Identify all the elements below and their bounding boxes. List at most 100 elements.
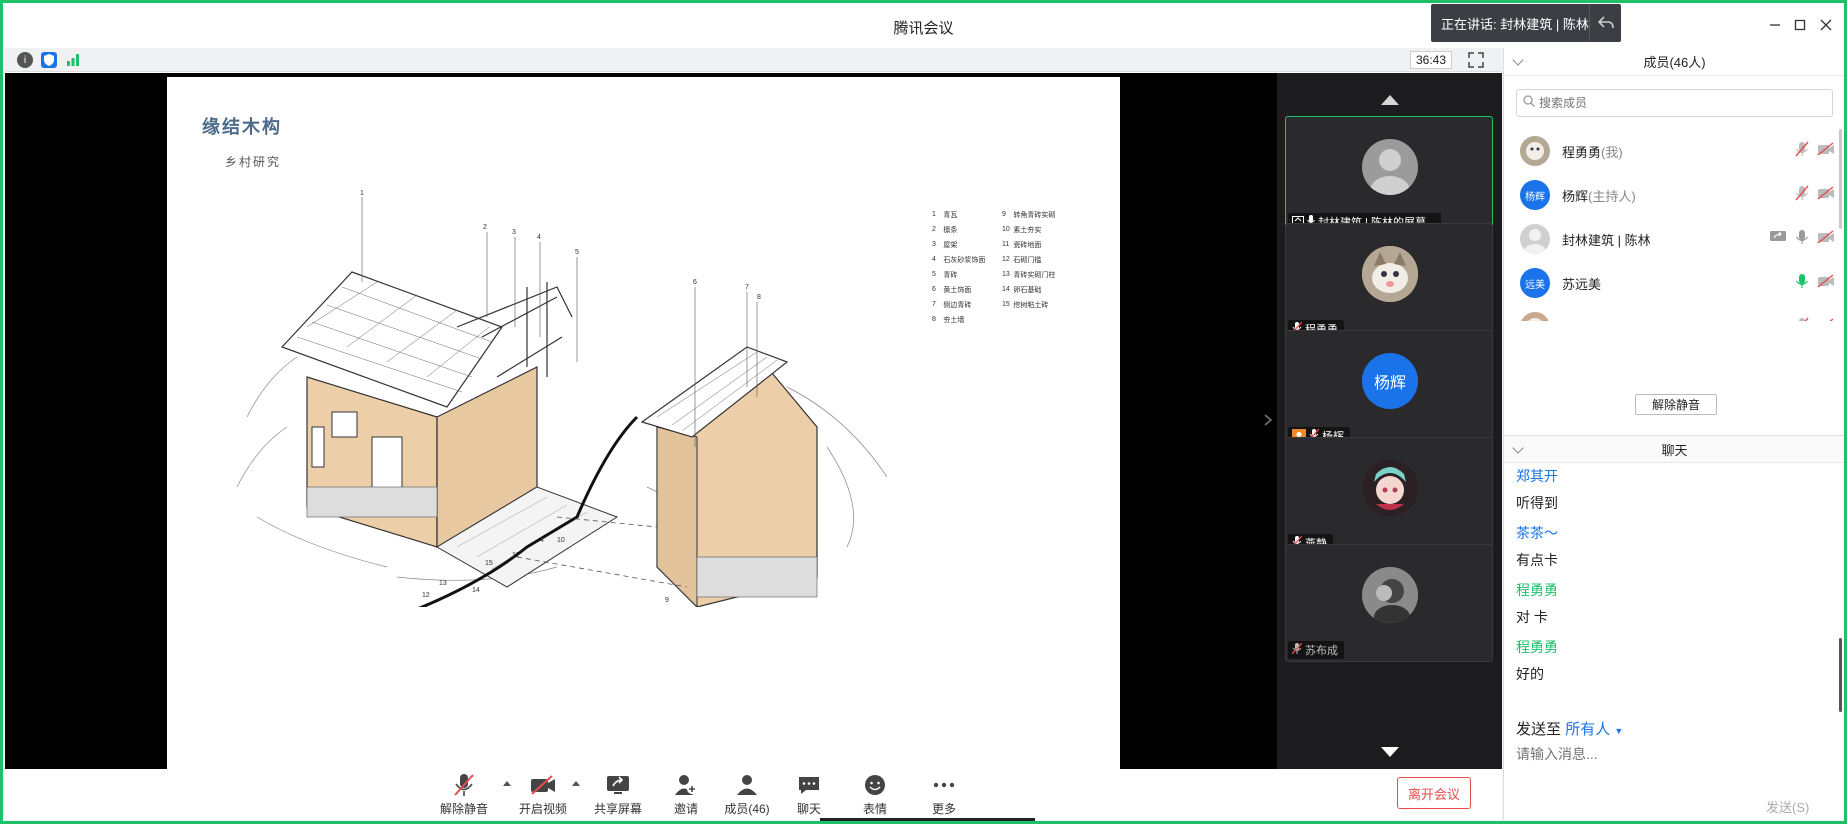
return-arrow-icon[interactable] <box>1589 4 1621 42</box>
member-row[interactable]: 程勇勇(我) <box>1504 129 1844 173</box>
slide-legend: 1 青瓦 9 转角青砖实砌 2 檩条 10 素土夯实 3 屋架 11 瓷砖地面 4 石灰砂浆饰面 12 石砌门… <box>932 207 1072 327</box>
minimize-icon[interactable] <box>1765 15 1785 35</box>
signal-icon[interactable] <box>65 52 81 68</box>
chat-scrollbar[interactable] <box>1839 638 1842 712</box>
member-list-scrollbar[interactable] <box>1839 129 1842 229</box>
legend-number: 9 <box>1002 211 1006 218</box>
collapse-chevron-icon[interactable] <box>1512 442 1524 454</box>
svg-text:15: 15 <box>485 560 493 567</box>
anime-avatar-icon <box>1362 460 1418 516</box>
member-status-icons <box>1795 141 1835 162</box>
camera-off-icon[interactable] <box>1817 273 1835 293</box>
chat-sender[interactable]: 程勇勇 <box>1516 637 1558 657</box>
legend-number: 2 <box>932 226 936 233</box>
scroll-down-arrow-icon[interactable] <box>1381 747 1399 757</box>
camera-off-icon[interactable] <box>1817 229 1835 249</box>
legend-number: 8 <box>932 316 936 323</box>
unmute-button[interactable]: 解除静音 <box>434 773 494 817</box>
chat-button[interactable]: 聊天 <box>779 773 839 817</box>
member-row[interactable]: 封林建筑 | 陈林 <box>1504 217 1844 261</box>
chat-sender[interactable]: 程勇勇 <box>1516 580 1558 600</box>
member-row[interactable]: 杨辉 杨辉(主持人) <box>1504 173 1844 217</box>
legend-number: 14 <box>1002 286 1010 293</box>
camera-off-icon[interactable] <box>1817 141 1835 161</box>
legend-text: 素土夯实 <box>1013 226 1042 234</box>
mic-icon[interactable] <box>1795 273 1809 294</box>
chat-panel-header[interactable]: 聊天 <box>1504 435 1844 463</box>
reactions-button[interactable]: 表情 <box>845 773 905 817</box>
screen-share-area[interactable]: 缘结木构 乡村研究 1 2 3 4 5 6 7 8 9 10 11 12 13 … <box>5 73 1277 769</box>
chat-input[interactable] <box>1516 746 1816 762</box>
collapse-chevron-icon[interactable] <box>1512 54 1524 66</box>
video-tile[interactable]: 杨辉 杨辉 <box>1285 330 1493 448</box>
video-tile[interactable]: 燕静 <box>1285 437 1493 555</box>
side-panel: 成员(46人) 程勇勇(我)杨辉杨辉(主持人)封林建筑 | 陈林远美苏远美杨玉美… <box>1503 48 1844 820</box>
legend-text: 屋架 <box>943 241 958 249</box>
mic-muted-icon[interactable] <box>1795 185 1809 206</box>
mic-icon[interactable] <box>1795 229 1809 250</box>
title-bar: 腾讯会议 正在讲话: 封林建筑 | 陈林... <box>3 3 1844 48</box>
video-options-caret-icon[interactable] <box>572 781 580 786</box>
share-screen-button[interactable]: 共享屏幕 <box>588 773 648 817</box>
svg-text:9: 9 <box>665 597 669 604</box>
camera-off-icon[interactable] <box>1817 317 1835 321</box>
legend-row: 7 侧边青砖 15 挖树粘土砖 <box>932 297 1072 312</box>
default-avatar-icon <box>1362 139 1418 195</box>
legend-number: 7 <box>932 301 936 308</box>
invite-button[interactable]: 邀请 <box>656 773 716 817</box>
scroll-up-arrow-icon[interactable] <box>1381 95 1399 105</box>
mic-muted-icon[interactable] <box>1795 317 1809 321</box>
legend-text: 挖树粘土砖 <box>1013 301 1049 309</box>
video-tile[interactable]: 程勇勇 <box>1285 223 1493 341</box>
chat-icon <box>795 773 823 797</box>
search-icon <box>1523 94 1535 112</box>
send-to-label: 发送至 <box>1516 721 1562 738</box>
member-name: 杨玉美 <box>1562 318 1601 322</box>
svg-text:4: 4 <box>540 537 544 544</box>
member-name: 杨辉(主持人) <box>1562 186 1636 205</box>
send-to-target[interactable]: 所有人 <box>1565 721 1610 738</box>
chat-sender[interactable]: 茶茶～ <box>1516 523 1558 543</box>
info-icon[interactable]: i <box>17 52 33 68</box>
legend-number: 1 <box>932 211 936 218</box>
share-screen-label: 共享屏幕 <box>593 802 642 816</box>
more-button[interactable]: 更多 <box>914 773 974 817</box>
svg-text:2: 2 <box>483 224 487 231</box>
maximize-icon[interactable] <box>1790 15 1810 35</box>
members-icon <box>733 773 761 797</box>
shield-icon[interactable] <box>41 52 57 68</box>
member-status-icons <box>1769 229 1835 250</box>
member-row[interactable]: 杨玉美 <box>1504 305 1844 322</box>
send-to-selector[interactable]: 发送至 所有人 ▼ <box>1516 718 1623 739</box>
mic-muted-icon[interactable] <box>1795 141 1809 162</box>
legend-number: 3 <box>932 241 936 248</box>
start-video-button[interactable]: 开启视频 <box>513 773 573 817</box>
legend-text: 转角青砖实砌 <box>1013 211 1056 219</box>
chat-message-text: 好的 <box>1516 666 1544 682</box>
fullscreen-icon[interactable] <box>1467 51 1485 69</box>
members-panel-header[interactable]: 成员(46人) <box>1504 48 1844 76</box>
svg-text:8: 8 <box>757 294 761 301</box>
chat-message-text: 对 卡 <box>1516 609 1548 625</box>
close-icon[interactable] <box>1816 15 1836 35</box>
member-status-icons <box>1795 273 1835 294</box>
video-tile[interactable]: 苏布成 <box>1285 544 1493 662</box>
member-name-text: 苏远美 <box>1562 276 1602 292</box>
speaking-indicator[interactable]: 正在讲话: 封林建筑 | 陈林... <box>1431 4 1621 42</box>
collapse-strip-icon[interactable] <box>1263 413 1273 432</box>
leave-meeting-button[interactable]: 离开会议 <box>1397 777 1471 809</box>
send-button[interactable]: 发送(S) <box>1766 797 1809 816</box>
dropdown-caret-icon[interactable]: ▼ <box>1614 726 1623 736</box>
members-button[interactable]: 成员(46) <box>717 773 777 817</box>
search-input[interactable] <box>1539 96 1819 110</box>
video-tile[interactable]: 封林建筑 | 陈林的屏幕... <box>1285 116 1493 234</box>
unmute-all-button[interactable]: 解除静音 <box>1635 394 1717 415</box>
legend-text: 夯土墙 <box>943 316 965 324</box>
mic-muted-icon <box>450 773 478 797</box>
member-search[interactable] <box>1516 89 1833 117</box>
audio-options-caret-icon[interactable] <box>503 781 511 786</box>
member-row[interactable]: 远美 苏远美 <box>1504 261 1844 305</box>
chat-sender[interactable]: 郑其开 <box>1516 466 1558 486</box>
video-tile-label: 苏布成 <box>1288 641 1344 659</box>
camera-off-icon[interactable] <box>1817 185 1835 205</box>
